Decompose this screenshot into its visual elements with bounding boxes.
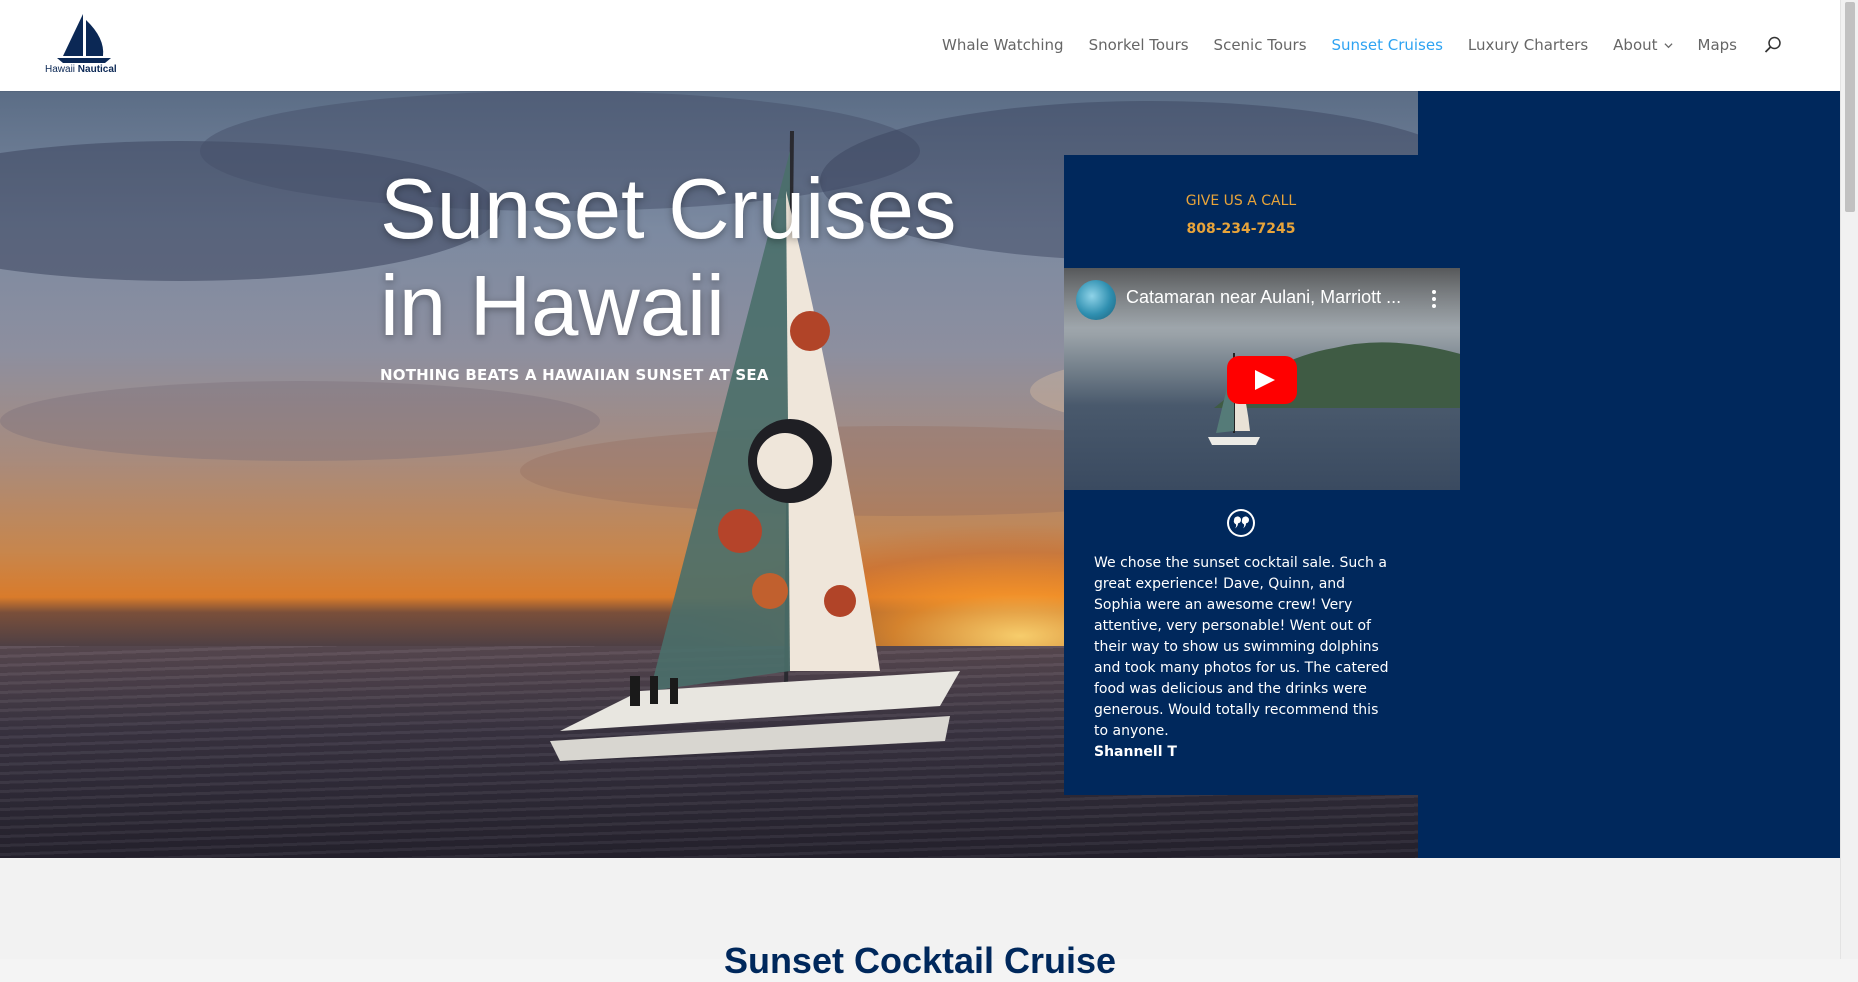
site-header: Hawaii Nautical Whale Watching Snorkel T… (0, 0, 1840, 91)
youtube-embed[interactable]: Catamaran near Aulani, Marriott ... (1064, 268, 1460, 490)
nav-snorkel-tours[interactable]: Snorkel Tours (1089, 36, 1189, 54)
nav-about[interactable]: About (1613, 36, 1673, 54)
quote-icon (1227, 509, 1255, 537)
section-title: Sunset Cocktail Cruise (723, 940, 1117, 981)
nav-sunset-cruises[interactable]: Sunset Cruises (1332, 36, 1443, 54)
logo-wordmark: Hawaii Nautical (45, 64, 117, 75)
video-title[interactable]: Catamaran near Aulani, Marriott ... (1126, 287, 1406, 308)
hero-subtitle: NOTHING BEATS A HAWAIIAN SUNSET AT SEA (380, 366, 769, 384)
play-icon[interactable] (1227, 356, 1297, 404)
sailboat-logo-icon (57, 14, 111, 63)
hero-title: Sunset Cruises in Hawaii (380, 162, 957, 354)
site-logo[interactable]: Hawaii Nautical (45, 12, 120, 78)
nav-scenic-tours[interactable]: Scenic Tours (1214, 36, 1307, 54)
testimonial-author: Shannell T (1094, 744, 1177, 760)
nav-about-label: About (1613, 36, 1658, 54)
search-icon[interactable] (1764, 36, 1782, 54)
hero-right-backdrop (1418, 91, 1840, 858)
hero-section: Sunset Cruises in Hawaii NOTHING BEATS A… (0, 91, 1840, 858)
channel-avatar[interactable] (1076, 280, 1116, 320)
nav-maps[interactable]: Maps (1698, 36, 1737, 54)
main-nav: Whale Watching Snorkel Tours Scenic Tour… (917, 36, 1782, 54)
scrollbar-thumb[interactable] (1845, 2, 1855, 212)
nav-whale-watching[interactable]: Whale Watching (942, 36, 1064, 54)
chevron-down-icon (1663, 42, 1673, 48)
contact-panel: GIVE US A CALL 808-234-7245 Catamaran ne… (1064, 155, 1460, 795)
content-section: Sunset Cocktail Cruise (0, 858, 1840, 981)
phone-link[interactable]: 808-234-7245 (1064, 221, 1418, 237)
more-vert-icon[interactable] (1424, 288, 1444, 310)
nav-luxury-charters[interactable]: Luxury Charters (1468, 36, 1588, 54)
call-label: GIVE US A CALL (1185, 193, 1297, 209)
testimonial-text: We chose the sunset cocktail sale. Such … (1094, 555, 1389, 739)
page-scrollbar[interactable] (1840, 0, 1858, 959)
